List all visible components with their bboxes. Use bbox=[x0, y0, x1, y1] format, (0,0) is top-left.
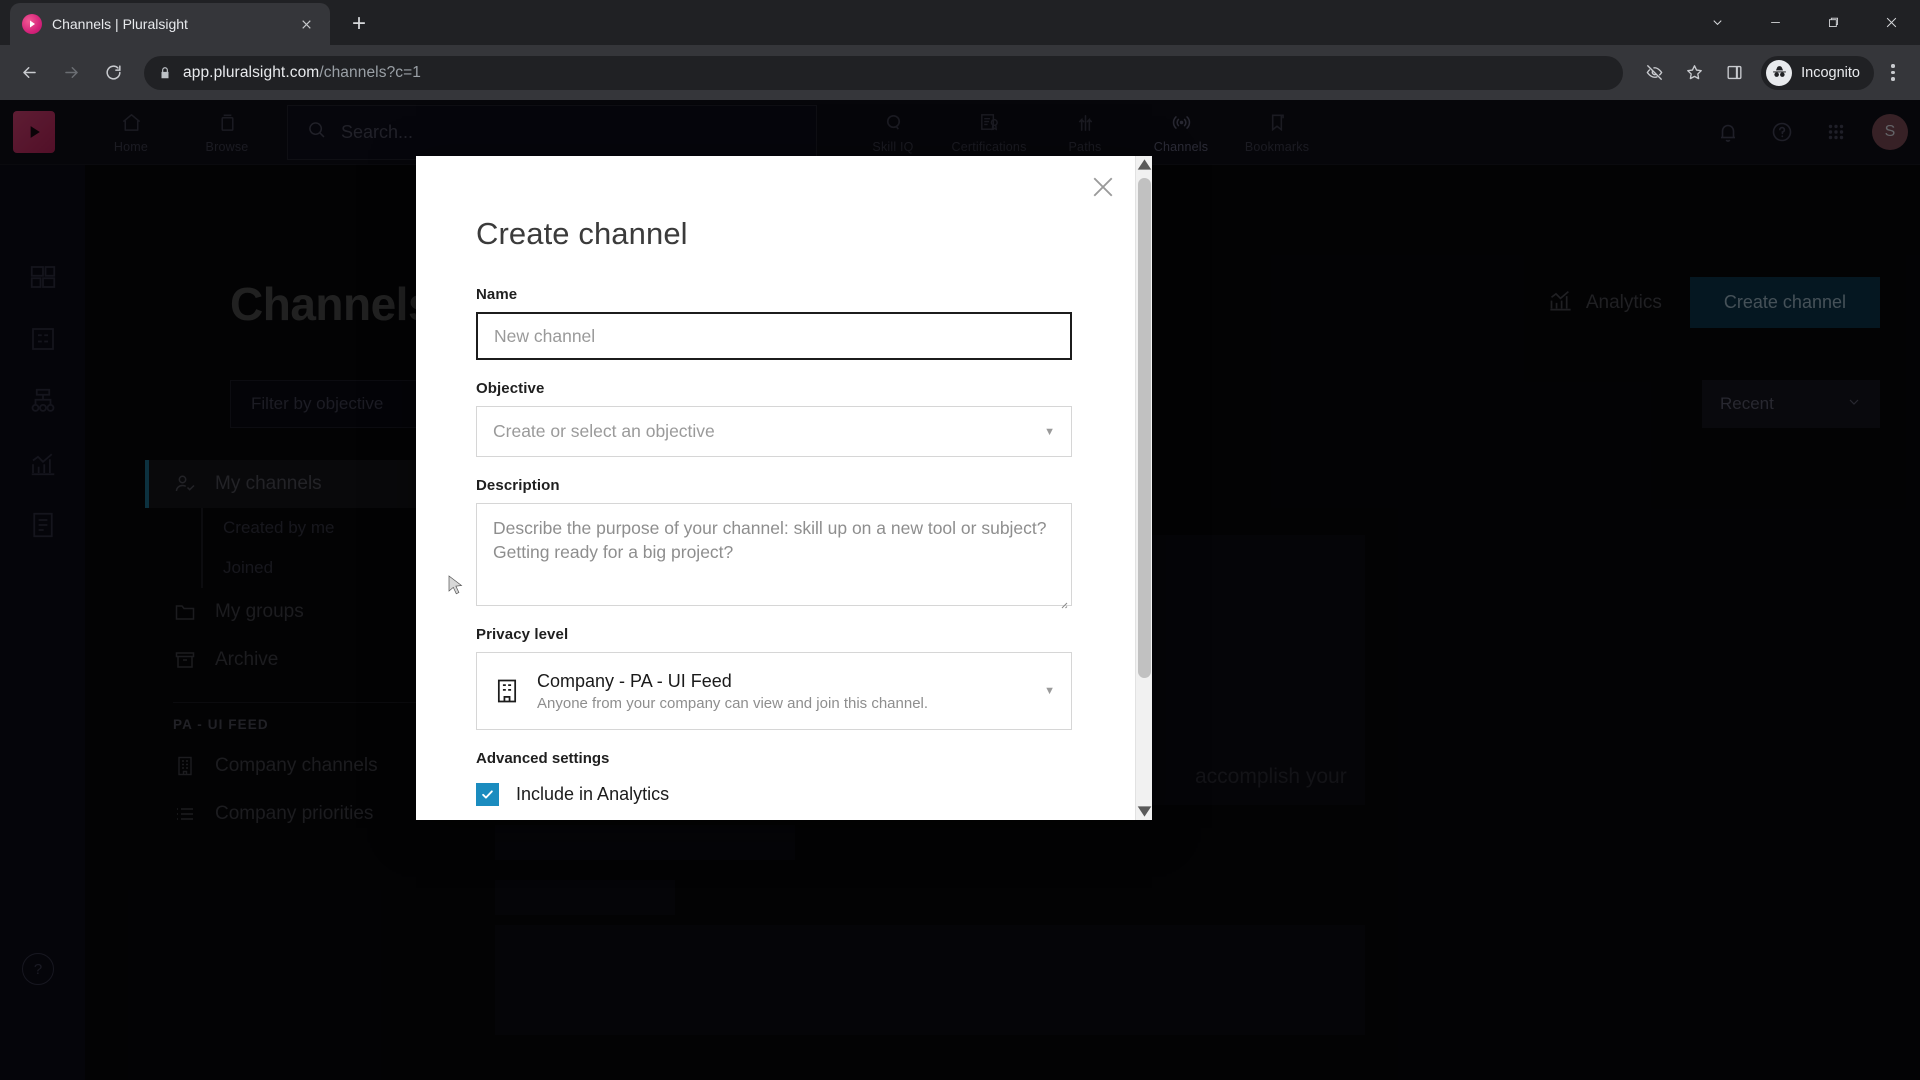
privacy-option-sub: Anyone from your company can view and jo… bbox=[537, 694, 929, 712]
resize-grip-icon[interactable] bbox=[1058, 592, 1068, 609]
chevron-down-icon: ▼ bbox=[1044, 685, 1055, 697]
checkbox-row-include-analytics[interactable]: Include in Analytics bbox=[476, 783, 1090, 806]
reload-icon[interactable] bbox=[94, 54, 132, 92]
restore-icon[interactable] bbox=[1804, 0, 1862, 45]
objective-placeholder: Create or select an objective bbox=[493, 421, 715, 441]
scrollbar-thumb[interactable] bbox=[1138, 178, 1151, 678]
channel-name-input[interactable]: New channel bbox=[476, 312, 1072, 360]
checkbox-include-analytics[interactable] bbox=[476, 783, 499, 806]
field-description: Description Describe the purpose of your… bbox=[476, 477, 1090, 609]
description-placeholder: Describe the purpose of your channel: sk… bbox=[493, 518, 1047, 562]
back-arrow-icon[interactable] bbox=[10, 54, 48, 92]
scroll-down-icon[interactable] bbox=[1136, 803, 1152, 820]
new-tab-button[interactable]: + bbox=[342, 7, 376, 41]
browser-tab[interactable]: Channels | Pluralsight bbox=[10, 3, 330, 45]
minimize-icon[interactable] bbox=[1746, 0, 1804, 45]
incognito-icon bbox=[1766, 59, 1793, 86]
pluralsight-logo-icon bbox=[22, 14, 42, 34]
close-icon[interactable] bbox=[294, 12, 318, 36]
field-objective: Objective Create or select an objective … bbox=[476, 380, 1090, 457]
objective-select[interactable]: Create or select an objective ▼ bbox=[476, 406, 1072, 457]
url-domain: app.pluralsight.com bbox=[183, 63, 320, 81]
browser-toolbar: app.pluralsight.com/channels?c=1 Incogni… bbox=[0, 45, 1920, 100]
kebab-menu-icon[interactable] bbox=[1876, 54, 1910, 92]
chevron-down-icon[interactable] bbox=[1688, 0, 1746, 45]
eye-slash-icon[interactable] bbox=[1635, 54, 1673, 92]
modal-body: Create channel Name New channel Objectiv… bbox=[416, 156, 1152, 820]
close-icon[interactable] bbox=[1088, 172, 1118, 202]
app-page: Home Browse Search... Skill IQ bbox=[0, 100, 1920, 1080]
field-label: Description bbox=[476, 477, 560, 494]
field-label: Privacy level bbox=[476, 626, 569, 643]
browser-tab-title: Channels | Pluralsight bbox=[52, 16, 188, 32]
description-textarea[interactable]: Describe the purpose of your channel: sk… bbox=[476, 503, 1072, 609]
chevron-down-icon: ▼ bbox=[1044, 425, 1055, 438]
window-controls bbox=[1688, 0, 1920, 45]
modal-scrollbar[interactable] bbox=[1135, 156, 1152, 820]
mouse-cursor bbox=[448, 575, 464, 597]
scroll-up-icon[interactable] bbox=[1136, 156, 1152, 173]
window-close-icon[interactable] bbox=[1862, 0, 1920, 45]
privacy-texts: Company - PA - UI Feed Anyone from your … bbox=[537, 671, 1028, 712]
profile-chip[interactable]: Incognito bbox=[1761, 55, 1874, 90]
browser-tabstrip: Channels | Pluralsight + bbox=[0, 0, 1920, 45]
channel-name-placeholder: New channel bbox=[494, 325, 596, 346]
field-label: Objective bbox=[476, 380, 545, 397]
forward-arrow-icon[interactable] bbox=[52, 54, 90, 92]
lock-icon bbox=[158, 66, 172, 80]
star-icon[interactable] bbox=[1675, 54, 1713, 92]
privacy-select[interactable]: Company - PA - UI Feed Anyone from your … bbox=[476, 652, 1072, 730]
address-bar[interactable]: app.pluralsight.com/channels?c=1 bbox=[144, 55, 1624, 90]
profile-label: Incognito bbox=[1801, 64, 1860, 81]
field-label: Name bbox=[476, 286, 518, 303]
modal-title: Create channel bbox=[476, 216, 688, 251]
toolbar-right-actions: Incognito bbox=[1635, 54, 1910, 92]
url-path: /channels?c=1 bbox=[319, 63, 422, 81]
field-name: Name New channel bbox=[476, 286, 1090, 360]
building-icon bbox=[493, 677, 521, 705]
privacy-option-title: Company - PA - UI Feed bbox=[537, 670, 732, 691]
side-panel-icon[interactable] bbox=[1715, 54, 1753, 92]
field-privacy: Privacy level Company - PA - UI Feed Any… bbox=[476, 626, 1090, 730]
checkbox-label: Include in Analytics bbox=[516, 784, 670, 804]
create-channel-modal: Create channel Name New channel Objectiv… bbox=[416, 156, 1152, 820]
browser-window: Channels | Pluralsight + app.pluralsight… bbox=[0, 0, 1920, 1080]
address-bar-url: app.pluralsight.com/channels?c=1 bbox=[183, 64, 421, 82]
advanced-settings-label: Advanced settings bbox=[476, 750, 610, 767]
